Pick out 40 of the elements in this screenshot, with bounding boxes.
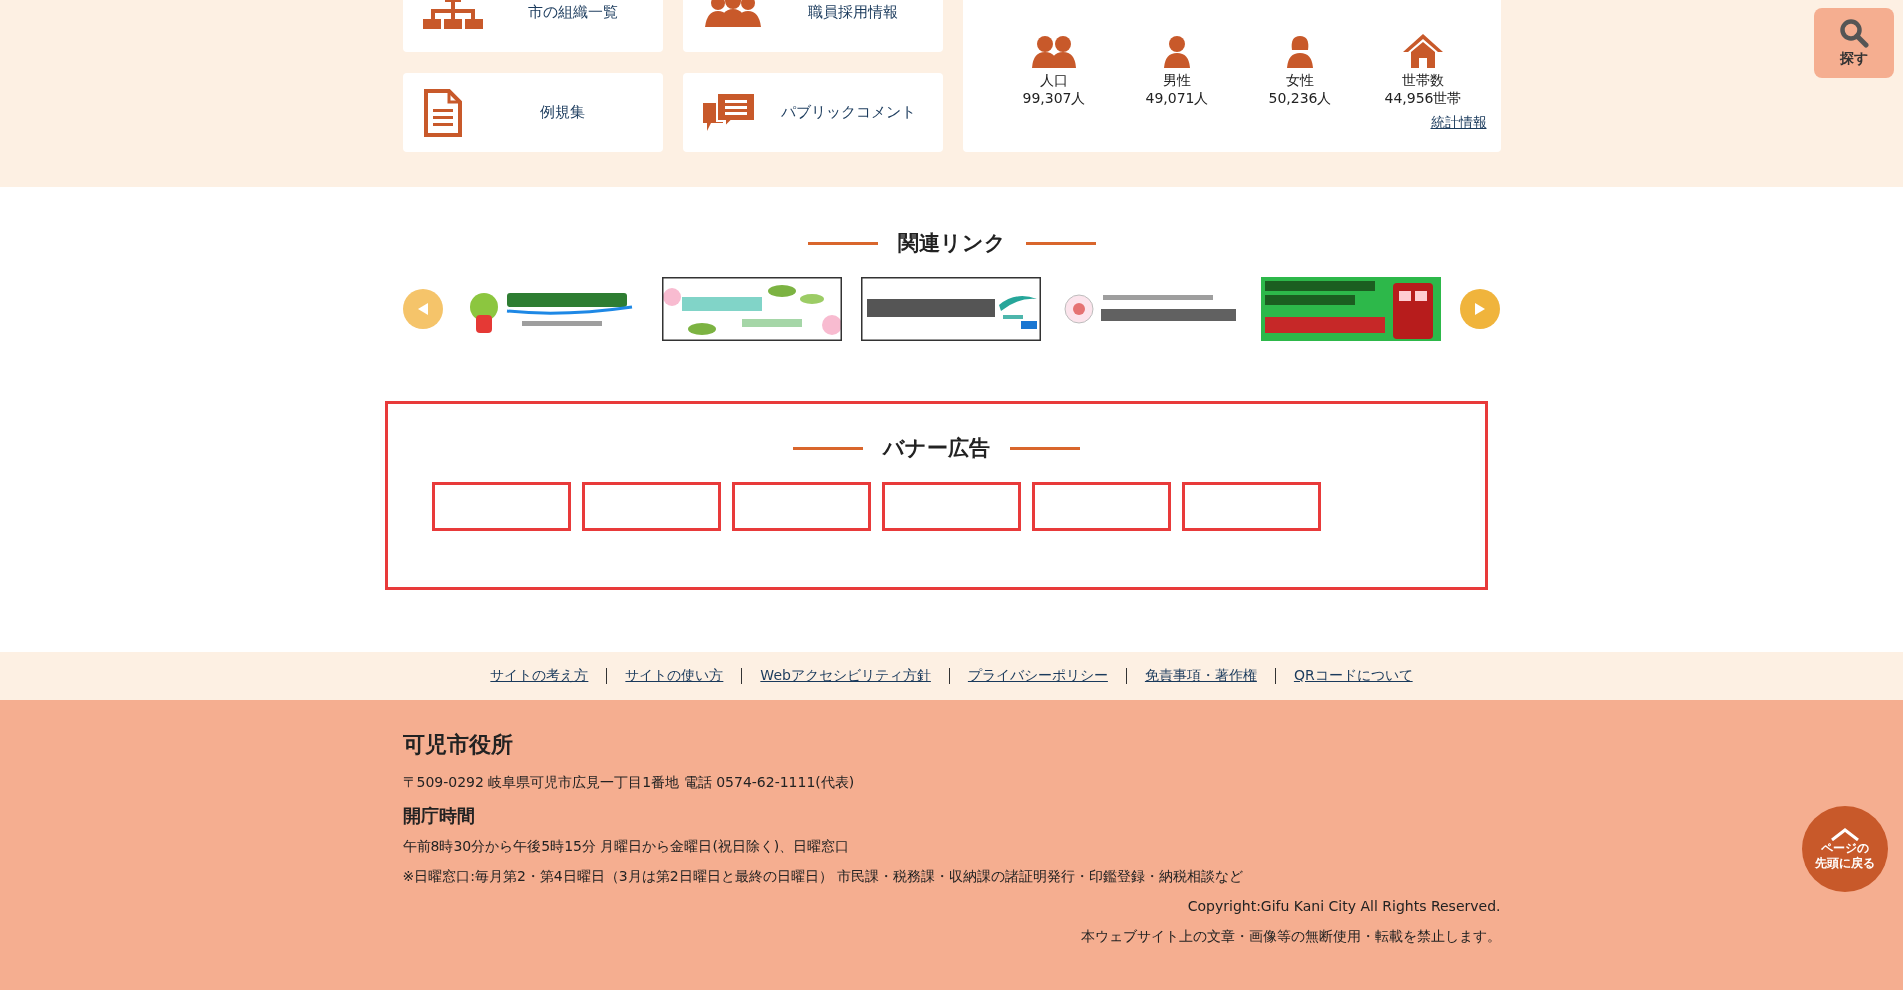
section-heading: 関連リンク <box>897 230 1006 257</box>
quick-link-tile[interactable]: 職員採用情報 <box>682 0 943 52</box>
search-icon <box>1839 18 1869 48</box>
stat-value: 50,236人 <box>1268 90 1332 108</box>
org-chart-icon <box>422 0 483 32</box>
document-icon <box>422 88 463 137</box>
two-people-icon <box>1032 34 1076 68</box>
quick-link-tile[interactable]: 例規集 <box>402 73 663 152</box>
quick-link-tile[interactable]: 市の組織一覧 <box>402 0 663 52</box>
footer-link[interactable]: プライバシーポリシー <box>967 667 1108 685</box>
search-button[interactable]: 探す <box>1814 8 1894 78</box>
stat-label: 世帯数 <box>1402 72 1444 90</box>
section-heading: バナー広告 <box>883 435 990 462</box>
right-triangle-icon <box>1475 303 1486 315</box>
left-triangle-icon <box>417 303 428 315</box>
address-text: 〒509-0292 岐阜県可児市広見一丁目1番地 電話 0574-62-1111(代表) <box>402 774 856 792</box>
quick-link-tile[interactable]: パブリックコメント <box>682 73 943 152</box>
footer-link[interactable]: Webアクセシビリティ方針 <box>760 667 931 685</box>
copyright-text: Copyright:Gifu Kani City All Rights Reserved. <box>1186 898 1501 914</box>
footer-link[interactable]: 免責事項・著作権 <box>1144 667 1257 685</box>
man-icon <box>1164 34 1190 68</box>
notice-text: 本ウェブサイト上の文章・画像等の無断使用・転載を禁止します。 <box>1079 928 1501 946</box>
hours-text: 午前8時30分から午後5時15分 月曜日から金曜日(祝日除く)、日曜窓口 <box>402 838 851 856</box>
stat-label: 男性 <box>1163 72 1191 90</box>
statistics-link[interactable]: 統計情報 <box>1430 114 1487 132</box>
stat-value: 44,956世帯 <box>1384 90 1462 108</box>
stat-label: 女性 <box>1286 72 1314 90</box>
footer-link[interactable]: サイトの使い方 <box>625 667 724 685</box>
house-icon <box>1403 34 1443 68</box>
footer-link[interactable]: サイトの考え方 <box>490 667 589 685</box>
office-name: 可児市役所 <box>402 731 514 759</box>
woman-icon <box>1287 34 1313 68</box>
stat-value: 99,307人 <box>1022 90 1086 108</box>
chevron-up-icon <box>1830 827 1860 841</box>
stat-label: 人口 <box>1040 72 1068 90</box>
hours-heading: 開庁時間 <box>402 804 476 828</box>
people-icon <box>702 0 763 27</box>
stat-value: 49,071人 <box>1145 90 1209 108</box>
note-text: ※日曜窓口:毎月第2・第4日曜日（3月は第2日曜日と最終の日曜日） 市民課・税務課・収納課の諸証明発行・印鑑登録・納税相談など <box>402 868 1245 886</box>
footer-link[interactable]: QRコードについて <box>1293 667 1413 685</box>
